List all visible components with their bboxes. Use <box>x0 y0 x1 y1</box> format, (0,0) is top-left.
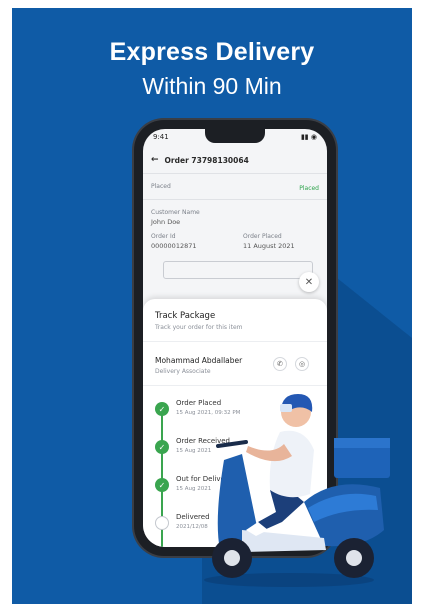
headline-line2: Within 90 Min <box>142 73 282 99</box>
status-badge: Placed <box>299 185 319 192</box>
divider <box>143 385 327 386</box>
app-bar: ← Order 73798130064 <box>143 149 327 171</box>
check-icon: ✓ <box>155 440 169 454</box>
phone-notch <box>205 129 265 143</box>
customer-label: Customer Name <box>151 209 200 216</box>
order-id-field: Order Id 00000012871 <box>151 233 231 250</box>
arrow-left-icon[interactable]: ← <box>151 155 159 165</box>
app-bar-title: Order 73798130064 <box>164 155 249 165</box>
status-time: 9:41 <box>153 133 169 141</box>
divider <box>143 199 327 200</box>
chat-icon[interactable]: ◎ <box>295 357 309 371</box>
close-icon[interactable]: ✕ <box>299 272 319 292</box>
track-package-button[interactable] <box>163 261 313 279</box>
customer-row: Customer Name John Doe <box>151 209 319 226</box>
order-id-value: 00000012871 <box>151 242 197 250</box>
pending-step-icon: · <box>155 516 169 530</box>
headline-line1: Express Delivery <box>109 38 315 66</box>
divider <box>143 173 327 174</box>
order-date-field: Order Placed 11 August 2021 <box>243 233 323 250</box>
status-label: Placed <box>151 183 171 190</box>
check-icon: ✓ <box>155 402 169 416</box>
agent-name: Mohammad Abdallaber <box>155 356 243 365</box>
phone-icon[interactable]: ✆ <box>273 357 287 371</box>
check-icon: ✓ <box>155 478 169 492</box>
headline: Express Delivery Within 90 Min <box>12 38 412 100</box>
order-date-label: Order Placed <box>243 233 282 240</box>
sheet-subtitle: Track your order for this item <box>155 324 243 331</box>
order-id-label: Order Id <box>151 233 176 240</box>
order-status-row: Placed <box>151 183 319 190</box>
sheet-title: Track Package <box>155 311 216 321</box>
divider <box>143 341 327 342</box>
status-icons: ▮▮ ◉ <box>300 133 317 141</box>
delivery-scooter-illustration <box>204 394 390 587</box>
agent-role: Delivery Associate <box>155 368 211 375</box>
promo-card: Express Delivery Within 90 Min 9:41 ▮▮ ◉… <box>12 8 412 604</box>
customer-value: John Doe <box>151 218 181 226</box>
order-date-value: 11 August 2021 <box>243 242 295 250</box>
